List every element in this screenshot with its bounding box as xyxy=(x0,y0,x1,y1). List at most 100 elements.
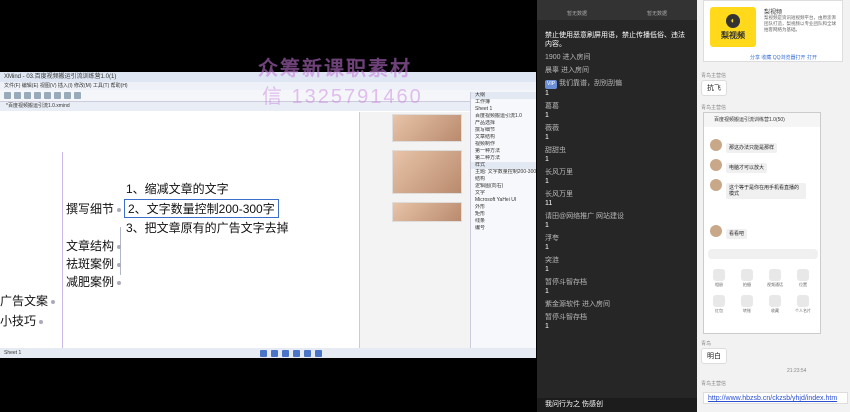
node-tips[interactable]: 小技巧 xyxy=(0,312,44,329)
floating-toolbar[interactable] xyxy=(260,348,322,358)
avatar xyxy=(710,159,722,171)
link-card[interactable]: ◐ 梨视频 梨视频 梨视频是资讯短视频平台，由原澎湃团队打造，梨视频以专业团队和… xyxy=(703,0,843,62)
chat-message: 暂停斗智存档 1 xyxy=(537,276,697,298)
wechat-panel[interactable]: ◐ 梨视频 梨视频 梨视频是资讯短视频平台，由原澎湃团队打造，梨视频以专业团队和… xyxy=(697,0,850,412)
chat-message: 浮夸 1 xyxy=(537,232,697,254)
toolbar-icon[interactable] xyxy=(304,349,311,357)
collapse-dot[interactable] xyxy=(117,280,122,285)
panel-row[interactable]: Sheet 1 xyxy=(471,106,536,113)
collapse-dot[interactable] xyxy=(117,207,122,212)
chat-text: 1 xyxy=(545,156,549,163)
chat-message: 请田@网络推广 网站建设 1 xyxy=(537,210,697,232)
chat-username: 我们靠谱，刮别刮偏 xyxy=(559,80,623,87)
panel-row[interactable]: 文字 xyxy=(471,190,536,197)
red-packet-icon: 红包 xyxy=(708,295,730,314)
mindmap-canvas[interactable]: 撰写细节 1、缩减文章的文字 2、文字数量控制200-300字 3、把文章原有的… xyxy=(0,112,360,358)
screen: XMind - 03.百度视频搬运引流训练营1.0(1) 文件(F) 编辑(E)… xyxy=(0,0,850,412)
vip-badge: VIP xyxy=(545,80,558,89)
sender-name: 青鸟主营信 xyxy=(701,381,727,387)
toolbar-icon[interactable] xyxy=(315,349,322,357)
undo-icon[interactable] xyxy=(34,92,41,99)
node-diet-case[interactable]: 减肥案例 xyxy=(66,273,122,290)
watermark: 信 1325791460 xyxy=(262,86,423,108)
toolbar-icon[interactable] xyxy=(260,349,267,357)
collapse-dot[interactable] xyxy=(39,319,44,324)
panel-row[interactable]: 撰写细节 xyxy=(471,127,536,134)
contact-card-icon: 个人名片 xyxy=(792,295,814,314)
chat-message: 葛葛 1 xyxy=(537,100,697,122)
phone-screenshot: 百度视频搬运引流训练营1.0(50) 那这办法只能是那样 电脑才可以放大 这个等… xyxy=(703,112,821,334)
chat-message: 禁止使用恶意刷屏用语，禁止传播低俗、违法内容。 xyxy=(537,20,697,51)
chat-username: 紫金源软件 进入房间 xyxy=(545,301,610,308)
sender-name: 青鸟 xyxy=(701,341,712,347)
redo-icon[interactable] xyxy=(44,92,51,99)
chat-text: 1 xyxy=(545,90,549,97)
panel-row[interactable]: 百度视频搬运引流1.0 xyxy=(471,113,536,120)
panel-row[interactable]: 结构 xyxy=(471,176,536,183)
chat-message: 晨辜 进入房间 xyxy=(537,64,697,77)
panel-row[interactable]: 产品选择 xyxy=(471,120,536,127)
node-article-structure[interactable]: 文章结构 xyxy=(66,237,122,254)
collapse-dot[interactable] xyxy=(117,244,122,249)
panel-row[interactable]: 第一种方法 xyxy=(471,148,536,155)
cut-icon[interactable] xyxy=(54,92,61,99)
paste-icon[interactable] xyxy=(74,92,81,99)
panel-row[interactable]: 外形 xyxy=(471,204,536,211)
panel-row[interactable]: 视频制作 xyxy=(471,141,536,148)
chat-username: 暂停斗智存档 xyxy=(545,279,587,286)
chat-text: 1 xyxy=(545,288,549,295)
screen-share-area: XMind - 03.百度视频搬运引流训练营1.0(1) 文件(F) 编辑(E)… xyxy=(0,72,536,358)
url-link[interactable]: http://www.hbzsb.cn/ckzsb/yhjd/index.htm xyxy=(703,392,848,404)
outline-panel[interactable]: 大纲 工作簿 Sheet 1 百度视频搬运引流1.0 产品选择 撰写细节 文章结… xyxy=(470,92,536,358)
node-item-1[interactable]: 1、缩减文章的文字 xyxy=(126,180,229,197)
toolbar-icon[interactable] xyxy=(271,349,278,357)
sender-name: 青鸟主营信 xyxy=(701,73,727,79)
card-actions[interactable]: 分享 收藏 QQ浏览器打开 打开 xyxy=(750,54,817,61)
panel-row[interactable]: Microsoft YaHei UI xyxy=(471,197,536,204)
collapse-dot[interactable] xyxy=(117,262,122,267)
chat-username: 浮夸 xyxy=(545,235,559,242)
node-ad-copy[interactable]: 广告文案 xyxy=(0,292,56,309)
toolbar-icon[interactable] xyxy=(293,349,300,357)
phone-message: 看看吧 xyxy=(726,229,748,239)
panel-row: 主题: 文字数量控制200-300字 xyxy=(475,169,536,175)
branch-line xyxy=(62,152,63,358)
new-icon[interactable] xyxy=(4,92,11,99)
chat-text: 1 xyxy=(545,222,549,229)
panel-row[interactable]: 工作簿 xyxy=(471,99,536,106)
copy-icon[interactable] xyxy=(64,92,71,99)
node-spots-case[interactable]: 祛斑案例 xyxy=(66,255,122,272)
avatar xyxy=(710,179,722,191)
phone-chat-title: 百度视频搬运引流训练营1.0(50) xyxy=(704,113,820,127)
panel-row[interactable]: 样式 xyxy=(471,162,536,169)
chat-message: 长风万里 11 xyxy=(537,188,697,210)
chat-list: 禁止使用恶意刷屏用语，禁止传播低俗、违法内容。 1900 进入房间 晨辜 进入房间 V… xyxy=(537,20,697,333)
collapse-dot[interactable] xyxy=(51,299,56,304)
panel-row[interactable]: 文章结构 xyxy=(471,134,536,141)
chat-message: 紫金源软件 进入房间 xyxy=(537,298,697,311)
chat-panel[interactable]: 暂无数据 暂无数据 禁止使用恶意刷屏用语，禁止传播低俗、违法内容。 1900 进入… xyxy=(537,0,697,412)
node-item-2[interactable]: 2、文字数量控制200-300字 xyxy=(124,199,279,218)
panel-row[interactable]: 大纲 xyxy=(471,92,536,99)
save-icon[interactable] xyxy=(24,92,31,99)
chat-header: 暂无数据 暂无数据 xyxy=(537,0,697,20)
sender-name: 青鸟主营信 xyxy=(701,105,727,111)
chat-tab[interactable]: 暂无数据 xyxy=(567,10,587,17)
chat-message: VIP 我们靠谱，刮别刮偏 1 xyxy=(537,77,697,100)
phone-message: 电脑才可以放大 xyxy=(726,163,768,173)
panel-row[interactable]: 线条 xyxy=(471,218,536,225)
panel-row[interactable]: 逻辑图(向右) xyxy=(471,183,536,190)
toolbar-icon[interactable] xyxy=(282,349,289,357)
node-item-3[interactable]: 3、把文章原有的广告文字去掉 xyxy=(126,219,289,236)
chat-username: 甜甜虫 xyxy=(545,147,566,154)
panel-row[interactable]: 编号 xyxy=(471,225,536,232)
chat-tab[interactable]: 暂无数据 xyxy=(647,10,667,17)
node-writing-details[interactable]: 撰写细节 xyxy=(66,200,122,217)
timestamp: 21:23:54 xyxy=(787,368,807,374)
chat-message: 暂停斗智存档 1 xyxy=(537,311,697,333)
phone-message: 这个等于是你在用手机看直播的模式 xyxy=(726,183,806,199)
panel-row[interactable]: 矩形 xyxy=(471,211,536,218)
panel-row[interactable]: 第二种方法 xyxy=(471,155,536,162)
chat-bubble: 明白 xyxy=(701,348,727,364)
open-icon[interactable] xyxy=(14,92,21,99)
